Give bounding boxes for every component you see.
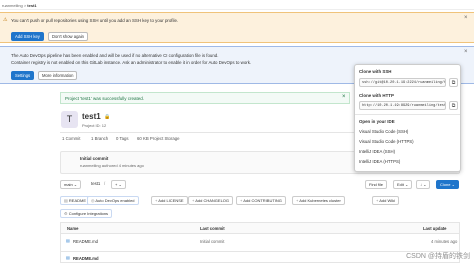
column-name: Name — [67, 226, 79, 231]
chevron-down-icon: ⌄ — [451, 182, 455, 187]
warning-icon: ⚠ — [3, 17, 8, 23]
close-icon[interactable]: × — [464, 49, 468, 55]
branch-selector[interactable]: main ⌄ — [60, 180, 82, 189]
add-contributing-action[interactable]: + Add CONTRIBUTING — [236, 196, 286, 205]
repo-path[interactable]: test1 — [91, 181, 100, 186]
file-commit[interactable]: Initial commit — [200, 239, 224, 244]
quick-action-label: README — [68, 198, 87, 203]
quick-action-label: Add CONTRIBUTING — [243, 198, 282, 203]
commit-title[interactable]: Initial commit — [80, 156, 108, 161]
ssh-url-field[interactable]: ssh://git@10.20.1.19:2224/ruanmeiling/te… — [359, 78, 446, 87]
add-ssh-key-button[interactable]: Add SSH key — [11, 32, 44, 41]
column-last-update: Last update — [423, 226, 447, 231]
tags-stat[interactable]: 0 Tags — [116, 136, 129, 141]
chevron-down-icon: ⌄ — [73, 182, 78, 187]
quick-action-label: Add Wiki — [379, 198, 396, 203]
project-id: Project ID: 12 — [82, 123, 107, 128]
ssh-key-alert: ⚠ You can't push or pull repositories us… — [0, 12, 474, 43]
settings-button[interactable]: Settings — [11, 71, 35, 80]
ssh-alert-message: You can't push or pull repositories usin… — [11, 18, 179, 23]
column-last-commit: Last commit — [200, 226, 225, 231]
chevron-down-icon: ⌄ — [405, 182, 409, 187]
quick-action-label: Add LICENSE — [158, 198, 184, 203]
copy-icon[interactable]: ⧉ — [449, 101, 458, 110]
branches-stat[interactable]: 1 Branch — [91, 136, 108, 141]
close-icon[interactable]: × — [464, 15, 468, 21]
plus-icon: + — [115, 182, 118, 187]
breadcrumb-user[interactable]: ruanmeiling — [2, 3, 23, 8]
ide-header: Open in your IDE — [359, 119, 395, 124]
breadcrumb: ruanmeiling > test1 — [0, 0, 474, 10]
ide-item-vscode-https[interactable]: Visual Studio Code (HTTPS) — [359, 139, 414, 144]
ide-item-intellij-ssh[interactable]: IntelliJ IDEA (SSH) — [359, 149, 395, 154]
readme-title[interactable]: README.md — [73, 256, 99, 261]
file-table: Name Last commit Last update ▤ README.md… — [60, 222, 460, 263]
find-file-button[interactable]: Find file — [365, 180, 388, 189]
add-license-action[interactable]: + Add LICENSE — [151, 196, 188, 205]
clone-button[interactable]: Clone ⌄ — [436, 180, 459, 189]
clone-ssh-header: Clone with SSH — [359, 69, 392, 74]
table-header: Name Last commit Last update — [61, 223, 459, 234]
flash-message: Project 'test1' was successfully created… — [65, 96, 145, 101]
download-icon: ↓ — [420, 182, 422, 187]
chevron-down-icon: ⌄ — [118, 182, 122, 187]
table-row[interactable]: ▤ README.md Initial commit 4 minutes ago — [61, 237, 459, 247]
quick-action-label: Configure Integrations — [68, 211, 109, 216]
dont-show-again-button[interactable]: Don't show again — [48, 32, 88, 41]
watermark: CSDN @持盾的铁剑 — [406, 253, 470, 260]
auto-devops-action[interactable]: ◎ Auto DevOps enabled — [87, 196, 139, 205]
storage-stat[interactable]: 60 KB Project Storage — [137, 136, 180, 141]
devops-alert-line2: Container registry is not enabled on thi… — [11, 60, 252, 65]
chevron-down-icon: ⌄ — [423, 182, 427, 187]
divider — [61, 251, 459, 252]
edit-button[interactable]: Edit ⌄ — [393, 180, 413, 189]
add-kubernetes-action[interactable]: + Add Kubernetes cluster — [292, 196, 345, 205]
devops-alert-line1: The Auto DevOps pipeline has been enable… — [11, 53, 219, 58]
clone-dropdown: Clone with SSH ssh://git@10.20.1.19:2224… — [354, 64, 461, 172]
more-information-button[interactable]: More information — [38, 71, 78, 80]
file-icon: ▤ — [66, 255, 70, 260]
breadcrumb-project[interactable]: test1 — [27, 3, 36, 8]
file-updated: 4 minutes ago — [431, 239, 458, 244]
breadcrumb-separator: > — [23, 3, 27, 8]
branch-name: main — [64, 182, 73, 187]
project-avatar: T — [61, 111, 78, 128]
file-name[interactable]: README.md — [73, 239, 98, 244]
download-button[interactable]: ↓ ⌄ — [416, 180, 431, 189]
add-wiki-action[interactable]: + Add Wiki — [372, 196, 400, 205]
copy-icon[interactable]: ⧉ — [449, 78, 458, 87]
quick-action-label: Auto DevOps enabled — [95, 198, 135, 203]
configure-integrations-action[interactable]: ⚙ Configure Integrations — [60, 209, 113, 218]
add-file-menu[interactable]: + ⌄ — [111, 180, 126, 189]
quick-action-label: Add Kubernetes cluster — [299, 198, 341, 203]
path-separator: / — [104, 181, 106, 186]
clone-http-header: Clone with HTTP — [359, 93, 394, 98]
ide-item-vscode-ssh[interactable]: Visual Studio Code (SSH) — [359, 129, 408, 134]
http-url-field[interactable]: http://10.20.1.19:8929/ruanmeiling/test1… — [359, 101, 446, 110]
add-changelog-action[interactable]: + Add CHANGELOG — [188, 196, 234, 205]
divider — [355, 114, 460, 115]
success-flash: Project 'test1' was successfully created… — [60, 92, 350, 104]
table-row[interactable]: ▤ README.md — [61, 254, 459, 263]
commit-meta: ruanmeiling authored 4 minutes ago — [80, 163, 144, 168]
file-icon: ▤ — [66, 238, 70, 243]
quick-action-label: Add CHANGELOG — [195, 198, 230, 203]
close-icon[interactable]: × — [342, 94, 346, 100]
project-name: test1 — [82, 112, 101, 121]
ide-item-intellij-https[interactable]: IntelliJ IDEA (HTTPS) — [359, 159, 400, 164]
edit-label: Edit — [397, 182, 404, 187]
commits-stat[interactable]: 1 Commit — [62, 136, 80, 141]
lock-icon: 🔒 — [104, 114, 111, 120]
clone-label: Clone — [440, 182, 451, 187]
readme-action[interactable]: ▤ README — [60, 196, 91, 205]
